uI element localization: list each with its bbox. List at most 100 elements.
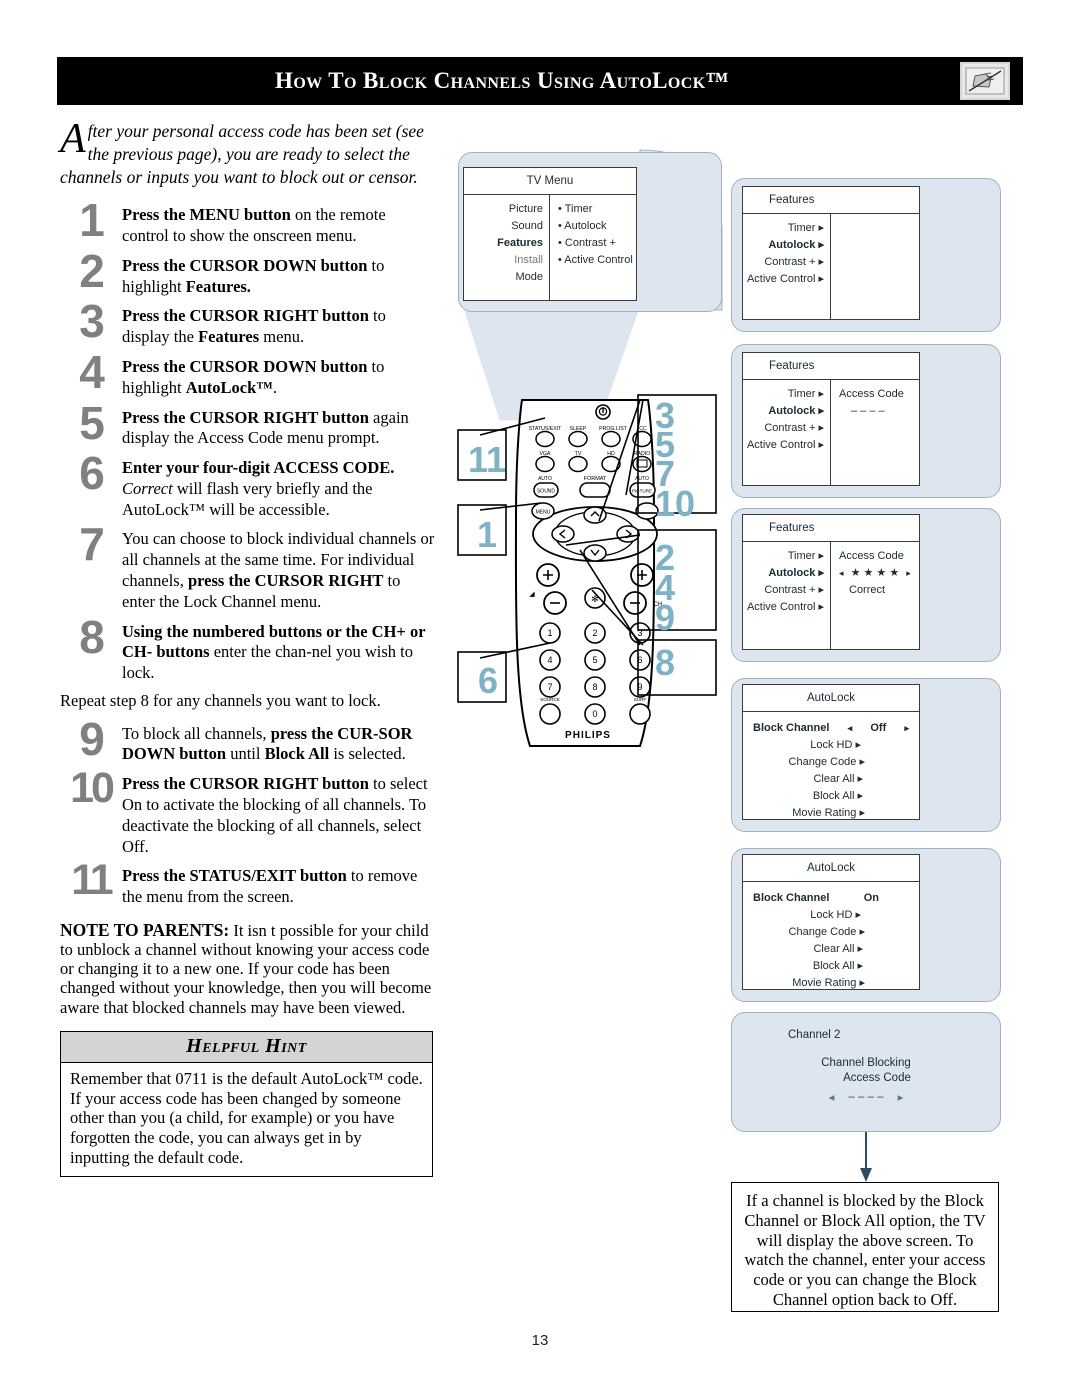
svg-text:0: 0 [592,709,597,719]
access-code-value[interactable]: – – – – [848,1091,883,1103]
cursor-left-icon[interactable]: ◂ [848,722,853,736]
svg-text:MENU: MENU [536,510,551,516]
osd-item-contrast[interactable]: Contrast + ▸ [743,254,824,271]
osd-features-2: Features Timer ▸ Autolock ▸ Contrast + ▸… [742,352,920,486]
intro-text: fter your personal access code has been … [60,121,424,188]
osd-left-column: Picture Sound Features Install Mode [464,195,550,300]
osd-sub-autolock: • Autolock [558,220,607,233]
osd-item-autolock[interactable]: Autolock ▸ [743,565,824,582]
osd-block-channel-value[interactable]: Off [870,720,886,737]
osd-autolock-on-body: Block Channel On Lock HD ▸ Change Code ▸… [743,882,919,997]
svg-text:◢: ◢ [529,591,535,598]
step-7: 7 You can choose to block individual cha… [60,522,435,612]
osd-features-1: Features Timer ▸ Autolock ▸ Contrast + ▸… [742,186,920,320]
osd-sub-timer: • Timer [558,203,593,215]
osd-item-timer[interactable]: Timer ▸ [743,548,824,565]
channel-blocking-label: Channel Blocking [821,1057,911,1069]
osd-block-channel-label: Block Channel [753,892,830,904]
step-number: 8 [79,610,105,663]
svg-text:FORMAT: FORMAT [584,476,607,482]
svg-text:SOURCE: SOURCE [540,697,560,702]
osd-left-column: Timer ▸ Autolock ▸ Contrast + ▸ Active C… [743,542,831,649]
access-code-label: Access Code [843,1072,911,1084]
svg-text:✻: ✻ [591,594,599,604]
osd-row-block-channel[interactable]: Block Channel ◂ Off ▸ [753,720,909,737]
cursor-left-icon[interactable]: ◂ [829,1090,835,1104]
step-number: 9 [79,712,105,765]
note-to-parents: NOTE TO PARENTS: It isn t possible for y… [60,920,435,1017]
cursor-right-icon[interactable]: ▸ [904,722,909,736]
step-9: 9 To block all channels, press the CUR-S… [60,716,435,766]
step-number: 1 [79,194,105,247]
cursor-left-icon[interactable]: ◂ [839,568,844,578]
callout-6: 6 [478,660,499,701]
manual-page: How to Block Channels using AutoLock™ Af… [0,0,1080,1397]
step-number: 3 [79,295,105,348]
osd-item-features[interactable]: Features [464,235,543,252]
instructions-column: After your personal access code has been… [60,116,435,1177]
repeat-note: Repeat step 8 for any channels you want … [60,690,381,710]
osd-item-autolock[interactable]: Autolock ▸ [743,237,824,254]
osd-item-timer[interactable]: Timer ▸ [743,220,824,237]
osd-access-code-value[interactable]: – – – – [839,403,919,420]
step-text: Press the CURSOR RIGHT button again disp… [122,407,409,448]
osd-item-movie-rating[interactable]: Movie Rating ▸ [753,975,909,992]
cursor-right-icon[interactable]: ▸ [906,568,911,578]
step-number: 2 [79,244,105,297]
svg-text:1: 1 [547,628,552,638]
osd-item-sound[interactable]: Sound [464,218,543,235]
osd-block-channel-value[interactable]: On [864,890,879,907]
header-icon-container [947,57,1023,105]
step-text: Press the CURSOR DOWN button to highligh… [122,255,385,296]
helpful-hint-body: Remember that 0711 is the default AutoLo… [70,1068,423,1167]
step-number: 6 [79,447,105,500]
osd-item-block-all[interactable]: Block All ▸ [753,958,909,975]
osd-item-autolock[interactable]: Autolock ▸ [743,403,824,420]
osd-item-movie-rating[interactable]: Movie Rating ▸ [753,805,909,822]
osd-item-lock-hd[interactable]: Lock HD ▸ [753,907,909,924]
step-number: 11 [71,856,113,905]
svg-text:PHILIPS: PHILIPS [565,730,611,741]
osd-item-contrast[interactable]: Contrast + ▸ [743,582,824,599]
osd-access-code-value[interactable]: ★ ★ ★ ★ [847,567,904,579]
osd-row-block-channel[interactable]: Block Channel On [753,890,909,907]
osd-item-contrast[interactable]: Contrast + ▸ [743,420,824,437]
cursor-right-icon[interactable]: ▸ [898,1090,904,1104]
blocked-channel-label: Channel 2 [788,1029,841,1041]
osd-title: Features [743,187,919,214]
blocked-screen: Channel 2 Channel Blocking Access Code ◂… [731,1012,1001,1132]
note-label: NOTE TO PARENTS: [60,919,230,940]
svg-text:SOUND: SOUND [537,489,555,495]
osd-item-clear-all[interactable]: Clear All ▸ [753,771,909,788]
step-5: 5 Press the CURSOR RIGHT button again di… [60,400,435,450]
osd-item-mode[interactable]: Mode [464,269,543,286]
svg-text:8: 8 [592,682,597,692]
osd-item-picture[interactable]: Picture [464,201,543,218]
step-10: 10 Press the CURSOR RIGHT button to sele… [60,767,435,857]
osd-item-timer[interactable]: Timer ▸ [743,386,824,403]
callout-10: 10 [655,483,696,524]
step-text: Press the CURSOR RIGHT button to select … [122,774,428,856]
callout-8: 8 [655,642,676,683]
svg-text:SURF: SURF [634,697,647,702]
callout-9: 9 [655,597,676,638]
osd-item-block-all[interactable]: Block All ▸ [753,788,909,805]
page-title: How to Block Channels using AutoLock™ [275,68,729,93]
osd-right-column: • Timer • Autolock • Contrast + • Active… [550,195,636,300]
osd-item-active-control[interactable]: Active Control ▸ [743,271,824,288]
helpful-hint-box: Helpful Hint Remember that 0711 is the d… [60,1030,433,1177]
osd-item-lock-hd[interactable]: Lock HD ▸ [753,737,909,754]
osd-item-active-control[interactable]: Active Control ▸ [743,437,824,454]
osd-item-change-code[interactable]: Change Code ▸ [753,754,909,771]
osd-item-install[interactable]: Install [464,252,543,269]
intro-paragraph: After your personal access code has been… [60,116,435,189]
svg-text:4: 4 [547,655,552,665]
osd-title: AutoLock [743,685,919,712]
osd-item-clear-all[interactable]: Clear All ▸ [753,941,909,958]
osd-item-active-control[interactable]: Active Control ▸ [743,599,824,616]
osd-item-change-code[interactable]: Change Code ▸ [753,924,909,941]
page-number: 13 [531,1332,549,1349]
step-1: 1 Press the MENU button on the remote co… [60,197,435,247]
intro-dropcap: A [60,116,86,162]
osd-right-column: Access Code ◂ ★ ★ ★ ★ ▸ Correct [831,542,919,649]
